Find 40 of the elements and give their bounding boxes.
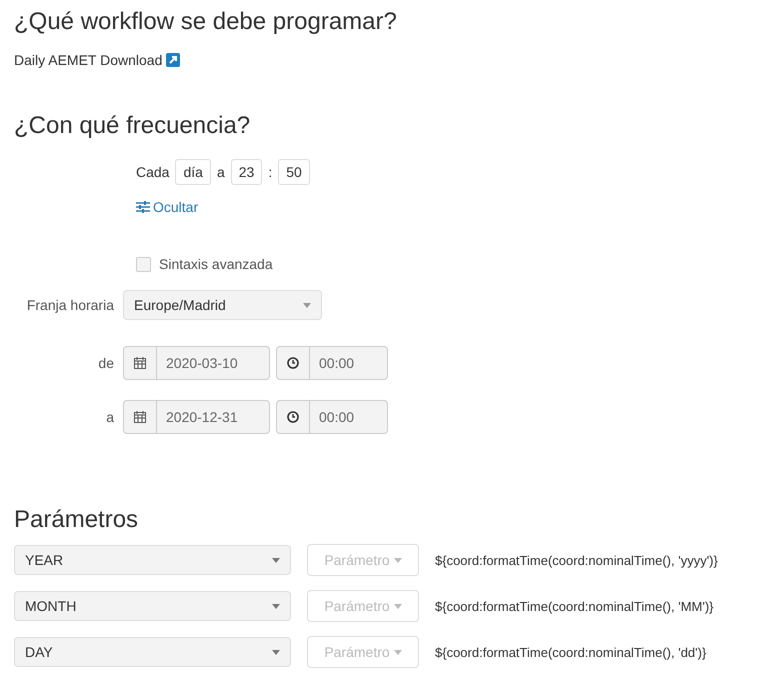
- external-link-icon[interactable]: [166, 53, 180, 67]
- section-title: ¿Con qué frecuencia?: [14, 112, 252, 140]
- timezone-select[interactable]: Europe/Madrid: [123, 290, 322, 320]
- workflow-name: Daily AEMET Download: [14, 52, 162, 68]
- calendar-icon: [134, 411, 146, 423]
- parameter-select[interactable]: YEAR: [14, 545, 291, 575]
- range-label: a: [105, 409, 115, 425]
- time-separator: :: [268, 164, 272, 180]
- clock-icon: [287, 411, 299, 423]
- caret-icon: [394, 650, 402, 654]
- caret-icon: [303, 302, 311, 308]
- clock-icon: [287, 357, 299, 369]
- advanced-syntax-checkbox[interactable]: [136, 256, 151, 272]
- checkbox-label: Sintaxis avanzada: [159, 256, 273, 272]
- unit-field[interactable]: día: [175, 159, 211, 185]
- sliders-icon: [136, 201, 150, 213]
- parameter-value: ${coord:formatTime(coord:nominalTime(), 'yyyy')}: [435, 552, 718, 568]
- time-field[interactable]: 00:00: [276, 346, 388, 380]
- hour-field[interactable]: 23: [230, 159, 262, 185]
- minute-field[interactable]: 50: [278, 159, 310, 185]
- range-label: de: [97, 355, 115, 371]
- date-field[interactable]: 2020-03-10: [123, 346, 270, 380]
- caret-icon: [272, 558, 280, 562]
- hide-link[interactable]: Ocultar: [136, 199, 198, 215]
- parameter-value: ${coord:formatTime(coord:nominalTime(), 'MM')}: [435, 598, 714, 614]
- caret-icon: [394, 558, 402, 562]
- calendar-icon: [134, 357, 146, 369]
- caret-icon: [394, 604, 402, 608]
- caret-icon: [272, 604, 280, 608]
- parameter-value: ${coord:formatTime(coord:nominalTime(), 'dd')}: [435, 644, 706, 660]
- at-label: a: [216, 164, 225, 180]
- timezone-label: Franja horaria: [26, 297, 115, 313]
- time-field[interactable]: 00:00: [276, 400, 388, 434]
- parameter-select[interactable]: DAY: [14, 637, 291, 667]
- parameter-select[interactable]: MONTH: [14, 591, 291, 621]
- date-field[interactable]: 2020-12-31: [123, 400, 270, 434]
- section-title: Parámetros: [14, 506, 140, 534]
- every-label: Cada: [136, 164, 170, 180]
- caret-icon: [272, 650, 280, 654]
- section-title: ¿Qué workflow se debe programar?: [14, 8, 398, 36]
